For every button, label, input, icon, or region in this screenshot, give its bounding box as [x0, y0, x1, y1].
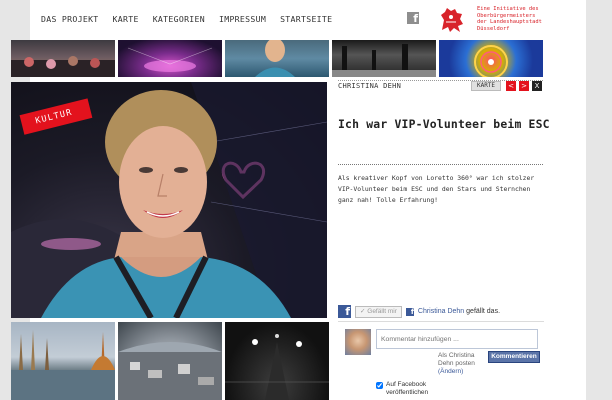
post-to-facebook-checkbox[interactable]: Auf Facebook veröffentlichen — [376, 381, 428, 397]
facebook-icon[interactable]: f — [407, 12, 419, 25]
post-as-info: Als Christina Dehn posten (Ändern) — [438, 352, 490, 376]
thumbnail-crowd[interactable] — [11, 40, 115, 77]
thumbnail-night-street[interactable] — [225, 322, 329, 400]
post-to-facebook-check[interactable] — [376, 382, 383, 389]
article-body: Als kreativer Kopf von Loretto 360° war … — [338, 174, 535, 204]
thumbnail-lake-trees[interactable] — [11, 322, 115, 400]
previous-arrow-button[interactable]: < — [506, 81, 516, 91]
thumbnail-street[interactable] — [332, 40, 436, 77]
comment-submit-button[interactable]: Kommentieren — [488, 351, 540, 363]
change-account-link[interactable]: (Ändern) — [438, 368, 490, 376]
likes-summary: Christina Dehn gefällt das. — [418, 308, 500, 315]
logo-tagline: Eine Initiative des Oberbürgermeisters d… — [477, 6, 557, 32]
nav-das-projekt[interactable]: DAS PROJEKT — [41, 14, 99, 24]
nav-karte[interactable]: KARTE — [113, 14, 139, 24]
likes-suffix: gefällt das. — [466, 308, 501, 315]
post-as-line-2: Dehn posten — [438, 360, 475, 367]
facebook-small-icon: f — [405, 307, 414, 316]
thumbnail-aerial-city[interactable] — [118, 322, 222, 400]
thumbnail-woman[interactable] — [225, 40, 329, 77]
map-button[interactable]: KARTE — [471, 81, 501, 91]
post-to-facebook-line-2: veröffentlichen — [386, 389, 429, 396]
nav-kategorien[interactable]: KATEGORIEN — [153, 14, 205, 24]
main-nav: DAS PROJEKT KARTE KATEGORIEN IMPRESSUM S… — [41, 14, 346, 24]
post-as-line-1: Als Christina — [438, 352, 475, 359]
nav-impressum[interactable]: IMPRESSUM — [219, 14, 266, 24]
liker-name-link[interactable]: Christina Dehn — [418, 308, 464, 315]
like-button[interactable]: ✓ Gefällt mir — [355, 305, 402, 318]
like-button-label: Gefällt mir — [367, 307, 397, 315]
avatar — [345, 329, 371, 355]
facebook-like-row: f ✓ Gefällt mir f Christina Dehn gefällt… — [338, 305, 500, 318]
facebook-comment-box: Als Christina Dehn posten (Ändern) Komme… — [338, 321, 544, 400]
duesseldorf-lion-logo[interactable] — [438, 6, 466, 34]
title-divider — [338, 164, 543, 165]
article-title: Ich war VIP-Volunteer beim ESC — [338, 117, 550, 131]
next-arrow-button[interactable]: > — [519, 81, 529, 91]
thumbnail-stage[interactable] — [118, 40, 222, 77]
logo-line-1: Eine Initiative des — [477, 6, 539, 12]
comment-input[interactable] — [376, 329, 538, 349]
post-to-facebook-line-1: Auf Facebook — [386, 381, 427, 388]
thumbnail-ferris-wheel[interactable] — [439, 40, 543, 77]
logo-line-2: Oberbürgermeisters — [477, 12, 536, 19]
logo-line-3: der Landeshauptstadt — [477, 19, 542, 26]
author-name: CHRISTINA DEHN — [338, 82, 402, 90]
facebook-logo-icon: f — [338, 305, 351, 318]
nav-startseite[interactable]: STARTSEITE — [280, 14, 332, 24]
logo-line-4: Düsseldorf — [477, 25, 510, 32]
close-button[interactable]: X — [532, 81, 542, 91]
